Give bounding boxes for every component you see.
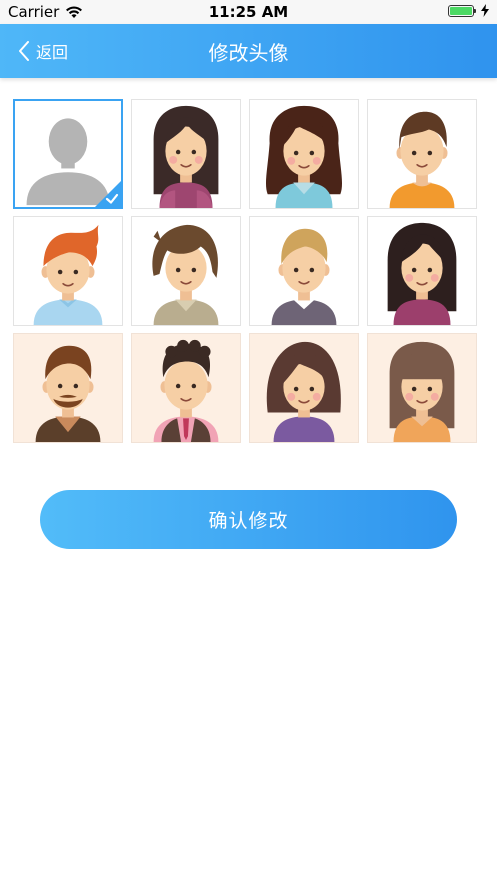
avatar-tile-boy-brown-hair[interactable] <box>367 99 477 209</box>
battery-fill <box>450 6 472 15</box>
girl-long-black-hair-avatar-icon <box>153 105 219 208</box>
avatar-tile-man-beard[interactable] <box>13 333 123 443</box>
avatar-tile-boy-orange-hair[interactable] <box>13 216 123 326</box>
avatar-tile-boy-blond-hair[interactable] <box>249 216 359 326</box>
boy-orange-hair-avatar-icon <box>33 224 103 325</box>
status-bar: Carrier 11:25 AM <box>0 0 497 24</box>
avatar-tile-placeholder[interactable] <box>13 99 123 209</box>
boy-shaggy-hair-avatar-icon <box>152 224 219 325</box>
boy-blond-hair-avatar-icon <box>271 228 337 325</box>
confirm-button[interactable]: 确认修改 <box>40 490 457 549</box>
girl-bangs-hair-avatar-icon <box>389 341 455 442</box>
avatar-tile-girl-bangs-hair[interactable] <box>367 333 477 443</box>
selected-check-icon <box>95 181 121 207</box>
girl-bob-hair-avatar-icon <box>266 341 341 442</box>
girl-brown-hair-avatar-icon <box>265 105 343 208</box>
boy-brown-hair-avatar-icon <box>389 111 455 208</box>
page-title: 修改头像 <box>208 41 289 65</box>
avatar-tile-girl-bob-hair[interactable] <box>249 333 359 443</box>
confirm-button-label: 确认修改 <box>208 510 289 532</box>
avatar-tile-girl-brown-hair-hoodie[interactable] <box>249 99 359 209</box>
battery-icon <box>448 4 476 17</box>
man-beard-avatar-icon <box>35 345 101 442</box>
girl-long-hair-purple-avatar-icon <box>387 222 457 325</box>
status-time: 11:25 AM <box>208 3 289 21</box>
avatar-grid <box>13 99 477 443</box>
avatar-tile-girl-long-hair-purple[interactable] <box>367 216 477 326</box>
avatar-tile-girl-long-black-hair[interactable] <box>131 99 241 209</box>
avatar-tile-man-vest-tie[interactable] <box>131 333 241 443</box>
battery-group <box>448 4 489 17</box>
man-vest-tie-avatar-icon <box>153 339 219 442</box>
avatar-tile-boy-shaggy-hair[interactable] <box>131 216 241 326</box>
navigation-bar: 返回 修改头像 <box>0 24 497 78</box>
charging-bolt-icon <box>481 4 489 17</box>
